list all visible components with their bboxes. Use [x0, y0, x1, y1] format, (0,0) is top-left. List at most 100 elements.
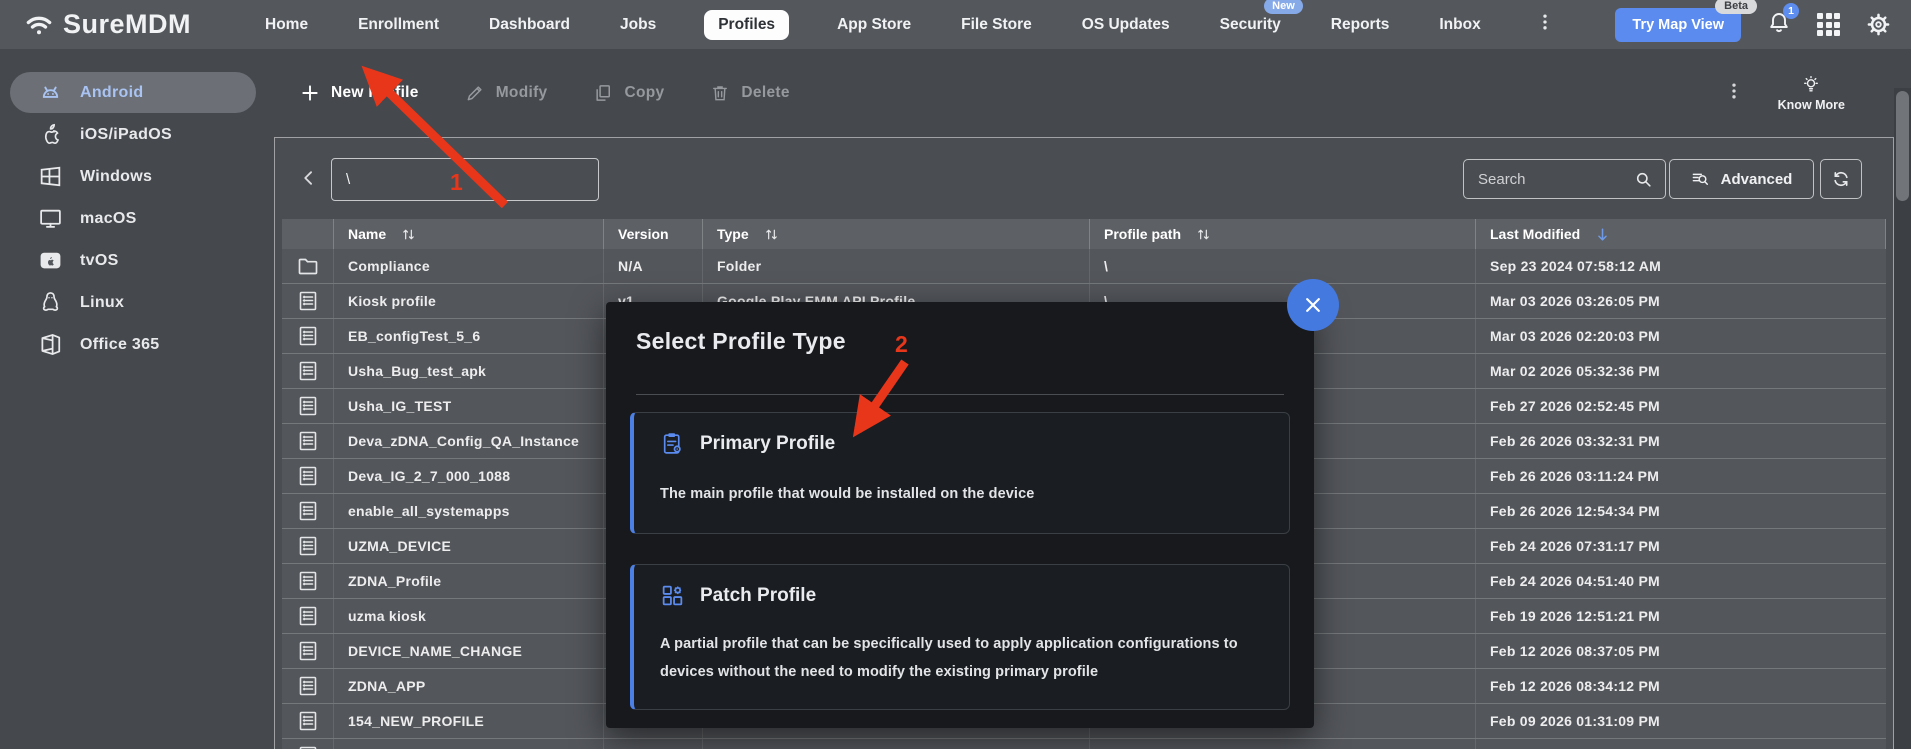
cell-name: ZDNA_APP	[334, 669, 604, 703]
sidebar-item-macos[interactable]: macOS	[10, 198, 256, 239]
lightbulb-icon	[1801, 75, 1821, 95]
profile-file-icon	[296, 568, 320, 594]
nav-item-jobs[interactable]: Jobs	[618, 10, 658, 40]
modify-button[interactable]: Modify	[465, 83, 548, 103]
cell-name: ZDNA_Profile	[334, 564, 604, 598]
sort-updown-icon[interactable]	[763, 226, 780, 243]
toolbar-overflow-kebab-icon[interactable]	[1724, 81, 1744, 106]
nav-item-inbox[interactable]: Inbox	[1437, 10, 1482, 40]
column-header-version[interactable]: Version	[604, 219, 703, 249]
advanced-search-button[interactable]: Advanced	[1669, 159, 1814, 199]
cell-name: UZMA_DEVICE	[334, 529, 604, 563]
cell-profile-path: \	[1090, 249, 1476, 283]
settings-gear-icon[interactable]	[1866, 12, 1891, 37]
vertical-scrollbar[interactable]	[1894, 88, 1911, 749]
profile-file-icon	[296, 288, 320, 314]
know-more-button[interactable]: Know More	[1778, 75, 1845, 112]
try-map-view-button[interactable]: Try Map View Beta	[1615, 8, 1741, 42]
option-description: The main profile that would be installed…	[660, 480, 1263, 508]
pencil-icon	[465, 83, 485, 103]
nav-item-reports[interactable]: Reports	[1329, 10, 1392, 40]
sidebar-item-android[interactable]: Android	[10, 72, 256, 113]
sidebar-item-label: Linux	[80, 294, 124, 312]
cell-name: Deva_zDNA_Config_QA_Instance	[334, 424, 604, 458]
search-icon[interactable]	[1634, 170, 1653, 189]
sidebar-item-linux[interactable]: Linux	[10, 282, 256, 323]
cell-name	[334, 739, 604, 749]
table-row[interactable]: Compliance N/A Folder \ Sep 23 2024 07:5…	[282, 249, 1886, 284]
nav-item-label: Dashboard	[489, 16, 570, 33]
nav-item-home[interactable]: Home	[263, 10, 310, 40]
cell-name: Usha_IG_TEST	[334, 389, 604, 423]
sort-updown-icon[interactable]	[1195, 226, 1212, 243]
scrollbar-thumb[interactable]	[1896, 91, 1909, 201]
option-title: Primary Profile	[700, 433, 835, 455]
folder-back-button[interactable]	[299, 168, 319, 193]
cell-type: Folder	[703, 249, 1090, 283]
nav-item-enrollment[interactable]: Enrollment	[356, 10, 441, 40]
column-header-type[interactable]: Type	[703, 219, 1090, 249]
cell-profile-path	[1090, 739, 1476, 749]
nav-item-file-store[interactable]: File Store	[959, 10, 1034, 40]
option-title: Patch Profile	[700, 585, 816, 607]
nav-item-security[interactable]: Security New	[1218, 10, 1283, 40]
refresh-button[interactable]	[1820, 159, 1862, 199]
trash-icon	[710, 83, 730, 103]
nav-item-dashboard[interactable]: Dashboard	[487, 10, 572, 40]
cell-last-modified: Feb 19 2026 12:51:21 PM	[1476, 599, 1886, 633]
cell-last-modified: Mar 03 2026 02:20:03 PM	[1476, 319, 1886, 353]
profile-type-option-patch-profile[interactable]: Patch Profile A partial profile that can…	[630, 564, 1290, 710]
cell-last-modified: Feb 24 2026 07:31:17 PM	[1476, 529, 1886, 563]
table-row[interactable]	[282, 739, 1886, 749]
main-nav: Home Enrollment Dashboard Jobs Profiles …	[263, 10, 1555, 40]
nav-overflow-kebab-icon[interactable]	[1535, 12, 1555, 37]
folder-path-input[interactable]	[331, 158, 599, 201]
sidebar-item-windows[interactable]: Windows	[10, 156, 256, 197]
column-header-profile-path[interactable]: Profile path	[1090, 219, 1476, 249]
nav-item-app-store[interactable]: App Store	[835, 10, 913, 40]
profile-file-icon	[296, 708, 320, 734]
cell-name: Kiosk profile	[334, 284, 604, 318]
nav-item-label: Jobs	[620, 16, 656, 33]
column-header-icon[interactable]	[282, 219, 334, 249]
sidebar-item-ios-ipados[interactable]: iOS/iPadOS	[10, 114, 256, 155]
profile-file-icon	[296, 463, 320, 489]
app-logo[interactable]: SureMDM	[24, 9, 191, 40]
search-input[interactable]	[1478, 171, 1634, 188]
notifications-bell[interactable]: 1	[1767, 10, 1791, 39]
close-dialog-button[interactable]	[1287, 279, 1339, 331]
cell-last-modified: Feb 12 2026 08:37:05 PM	[1476, 634, 1886, 668]
copy-icon	[593, 83, 613, 103]
column-header-last-modified[interactable]: Last Modified	[1476, 219, 1886, 249]
new-profile-button[interactable]: New Profile	[300, 83, 419, 103]
profile-file-icon	[296, 673, 320, 699]
sort-updown-icon[interactable]	[400, 226, 417, 243]
android-icon	[38, 80, 63, 105]
column-header-name[interactable]: Name	[334, 219, 604, 249]
cell-name: 154_NEW_PROFILE	[334, 704, 604, 738]
cell-name: uzma kiosk	[334, 599, 604, 633]
cell-last-modified: Feb 24 2026 04:51:40 PM	[1476, 564, 1886, 598]
cell-name: EB_configTest_5_6	[334, 319, 604, 353]
nav-item-profiles[interactable]: Profiles	[704, 10, 789, 40]
platform-sidebar: Android iOS/iPadOS Windows macOS tvOS Li…	[0, 49, 274, 749]
app-grid-icon[interactable]	[1817, 13, 1840, 36]
dialog-divider	[636, 394, 1284, 395]
cell-last-modified: Feb 26 2026 03:11:24 PM	[1476, 459, 1886, 493]
copy-button[interactable]: Copy	[593, 83, 664, 103]
notification-count-badge: 1	[1783, 3, 1799, 19]
cell-type	[703, 739, 1090, 749]
nav-item-os-updates[interactable]: OS Updates	[1080, 10, 1172, 40]
cell-last-modified: Feb 27 2026 02:52:45 PM	[1476, 389, 1886, 423]
cell-version	[604, 739, 703, 749]
cell-last-modified: Feb 26 2026 03:32:31 PM	[1476, 424, 1886, 458]
nav-item-label: OS Updates	[1082, 16, 1170, 33]
sort-desc-icon[interactable]	[1594, 226, 1611, 243]
profile-file-icon	[296, 603, 320, 629]
delete-button[interactable]: Delete	[710, 83, 789, 103]
profile-file-icon	[296, 323, 320, 349]
cell-name: Usha_Bug_test_apk	[334, 354, 604, 388]
sidebar-item-office-365[interactable]: Office 365	[10, 324, 256, 365]
sidebar-item-tvos[interactable]: tvOS	[10, 240, 256, 281]
profile-type-option-primary-profile[interactable]: Primary Profile The main profile that wo…	[630, 412, 1290, 534]
